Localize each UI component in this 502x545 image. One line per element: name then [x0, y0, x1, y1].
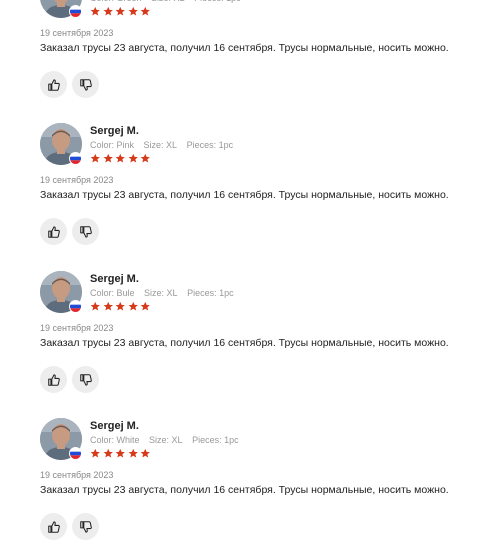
pieces-label: Pieces: 1pc	[192, 435, 239, 445]
star-icon	[140, 301, 151, 312]
star-icon	[140, 153, 151, 164]
star-icon	[128, 6, 139, 17]
reviewer-name: Sergej M.	[90, 420, 139, 432]
review-date: 19 сентября 2023	[40, 323, 114, 333]
sku-info: Color: Pink Size: XL Pieces: 1pc	[90, 140, 240, 150]
review-text: Заказал трусы 23 августа, получил 16 сен…	[40, 189, 449, 201]
star-icon	[115, 301, 126, 312]
star-icon	[140, 448, 151, 459]
star-icon	[115, 6, 126, 17]
rating-stars	[90, 301, 151, 313]
pieces-label: Pieces: 1pc	[194, 0, 241, 3]
review-text: Заказал трусы 23 августа, получил 16 сен…	[40, 337, 449, 349]
dislike-button[interactable]	[72, 71, 99, 98]
dislike-button[interactable]	[72, 366, 99, 393]
star-icon	[115, 153, 126, 164]
review-text: Заказал трусы 23 августа, получил 16 сен…	[40, 484, 449, 496]
color-label: Color: Pink	[90, 140, 135, 150]
dislike-button[interactable]	[72, 218, 99, 245]
star-icon	[90, 153, 101, 164]
review-date: 19 сентября 2023	[40, 470, 114, 480]
rating-stars	[90, 6, 151, 18]
thumbs-up-icon	[47, 78, 60, 91]
russia-flag-icon	[69, 5, 82, 18]
thumbs-up-icon	[47, 225, 60, 238]
thumbs-down-icon	[79, 78, 92, 91]
star-icon	[103, 301, 114, 312]
russia-flag-icon	[69, 300, 82, 313]
review-item: Sergej M. Color: Bule Size: XL Pieces: 1…	[0, 271, 502, 419]
color-label: Color: White	[90, 435, 140, 445]
star-icon	[128, 301, 139, 312]
russia-flag-icon	[69, 152, 82, 165]
sku-info: Color: Bule Size: XL Pieces: 1pc	[90, 288, 241, 298]
sku-info: Color: Green Size: XL Pieces: 1pc	[90, 0, 248, 3]
review-text: Заказал трусы 23 августа, получил 16 сен…	[40, 42, 449, 54]
size-label: Size: XL	[151, 0, 185, 3]
thumbs-down-icon	[79, 520, 92, 533]
star-icon	[115, 448, 126, 459]
star-icon	[103, 448, 114, 459]
star-icon	[90, 448, 101, 459]
star-icon	[103, 6, 114, 17]
color-label: Color: Bule	[90, 288, 135, 298]
sku-info: Color: White Size: XL Pieces: 1pc	[90, 435, 246, 445]
review-item: Sergej M. Color: Pink Size: XL Pieces: 1…	[0, 123, 502, 271]
russia-flag-icon	[69, 447, 82, 460]
rating-stars	[90, 448, 151, 460]
star-icon	[90, 6, 101, 17]
like-button[interactable]	[40, 366, 67, 393]
size-label: Size: XL	[143, 140, 178, 150]
like-button[interactable]	[40, 218, 67, 245]
like-button[interactable]	[40, 513, 67, 540]
rating-stars	[90, 153, 151, 165]
color-label: Color: Green	[90, 0, 142, 3]
thumbs-up-icon	[47, 520, 60, 533]
star-icon	[90, 301, 101, 312]
star-icon	[128, 448, 139, 459]
dislike-button[interactable]	[72, 513, 99, 540]
size-label: Size: XL	[144, 288, 178, 298]
star-icon	[128, 153, 139, 164]
review-item: Sergej M. Color: White Size: XL Pieces: …	[0, 418, 502, 545]
pieces-label: Pieces: 1pc	[187, 288, 234, 298]
thumbs-up-icon	[47, 373, 60, 386]
thumbs-down-icon	[79, 225, 92, 238]
thumbs-down-icon	[79, 373, 92, 386]
review-date: 19 сентября 2023	[40, 28, 114, 38]
size-label: Size: XL	[149, 435, 183, 445]
review-date: 19 сентября 2023	[40, 175, 114, 185]
star-icon	[140, 6, 151, 17]
like-button[interactable]	[40, 71, 67, 98]
review-item: Color: Green Size: XL Pieces: 1pc 19 сен…	[0, 0, 502, 124]
pieces-label: Pieces: 1pc	[186, 140, 234, 150]
reviewer-name: Sergej M.	[90, 273, 139, 285]
reviewer-name: Sergej M.	[90, 125, 139, 137]
star-icon	[103, 153, 114, 164]
